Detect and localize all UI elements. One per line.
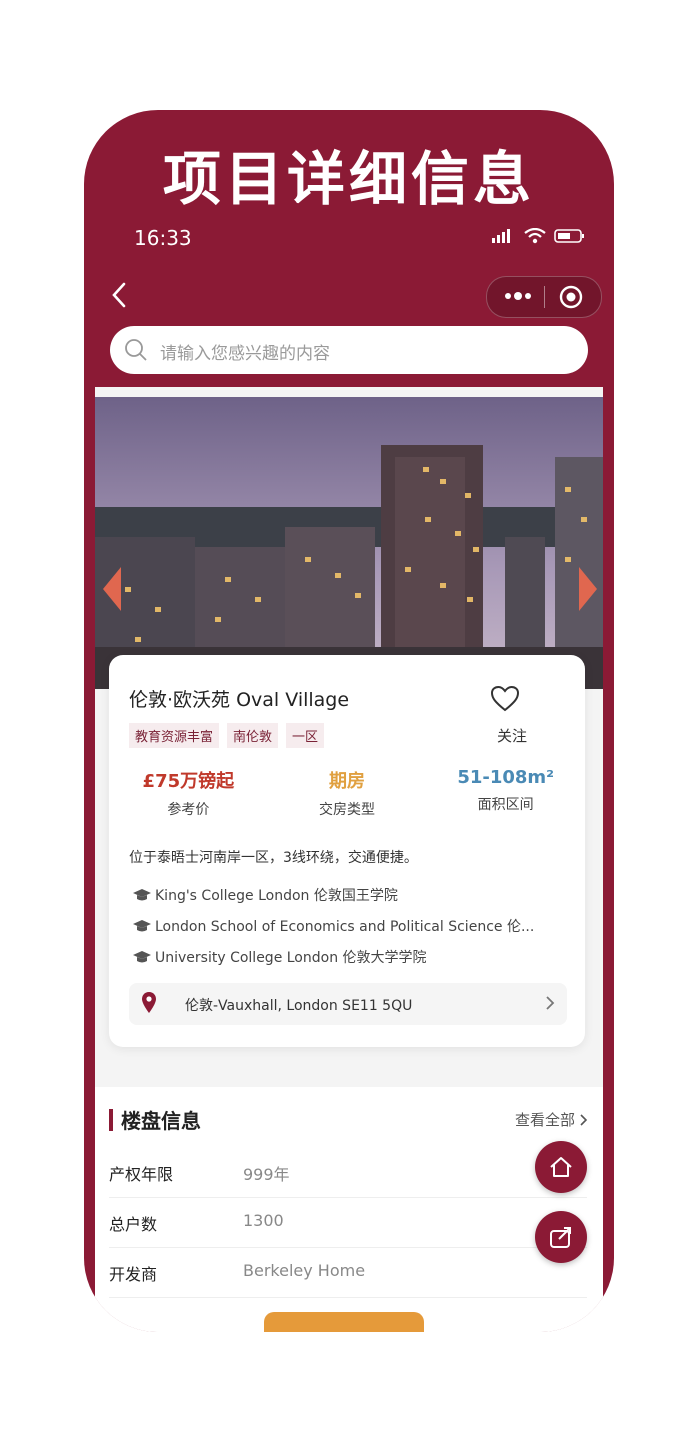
search-bar[interactable]: 请输入您感兴趣的内容: [110, 326, 588, 374]
home-icon: [550, 1157, 572, 1177]
section-accent-bar: [109, 1109, 113, 1131]
info-row: 产权年限 999年: [109, 1147, 587, 1198]
graduation-cap-icon: [133, 950, 151, 962]
school-item: University College London 伦敦大学学院: [129, 941, 569, 972]
stat-area: 51-108m² 面积区间: [426, 767, 585, 819]
graduation-cap-icon: [133, 888, 151, 900]
address-text: 伦敦-Vauxhall, London SE11 5QU: [185, 998, 413, 1014]
info-key: 开发商: [109, 1265, 158, 1284]
stat-price: £75万镑起 参考价: [109, 767, 268, 819]
status-time: 16:33: [134, 226, 192, 250]
school-item: King's College London 伦敦国王学院: [129, 879, 569, 910]
project-tags: 教育资源丰富 南伦敦 一区: [129, 723, 325, 748]
view-all-link[interactable]: 查看全部: [515, 1109, 589, 1130]
more-icon[interactable]: [501, 285, 535, 307]
bottom-action-button[interactable]: [264, 1312, 424, 1332]
favorite-label[interactable]: 关注: [497, 725, 527, 746]
school-name: London School of Economics and Political…: [155, 918, 535, 935]
info-value: 1300: [243, 1211, 284, 1230]
school-item: London School of Economics and Political…: [129, 910, 569, 941]
home-button[interactable]: [535, 1141, 587, 1193]
stat-value: 51-108m²: [457, 767, 555, 788]
capsule-divider: [544, 286, 545, 308]
battery-icon: [554, 229, 584, 243]
next-image-arrow[interactable]: [577, 567, 597, 611]
heart-icon[interactable]: [490, 685, 520, 713]
chevron-right-icon: [580, 1113, 588, 1126]
stat-label: 面积区间: [477, 797, 534, 813]
graduation-cap-icon: [133, 919, 151, 931]
tag: 教育资源丰富: [129, 723, 220, 748]
stat-value: 期房: [329, 771, 365, 792]
mini-program-capsule: [486, 276, 602, 318]
chevron-right-icon: [546, 996, 555, 1010]
signal-icon: [492, 229, 510, 243]
section-title: 楼盘信息: [121, 1109, 201, 1133]
project-card: 伦敦·欧沃苑 Oval Village 教育资源丰富 南伦敦 一区 关注 £75…: [109, 655, 585, 1047]
stat-delivery: 期房 交房类型: [268, 767, 427, 819]
banner-title: 项目详细信息: [162, 145, 535, 213]
info-value: Berkeley Home: [243, 1261, 366, 1280]
phone-frame: 项目详细信息 16:33 请输入您感兴趣的内容 伦敦·欧沃苑 Oval Vill…: [84, 110, 614, 1332]
school-name: King's College London 伦敦国王学院: [155, 887, 398, 904]
tag: 一区: [286, 723, 325, 748]
share-icon: [550, 1227, 571, 1248]
target-icon[interactable]: [559, 285, 583, 309]
tag: 南伦敦: [227, 723, 279, 748]
school-name: University College London 伦敦大学学院: [155, 949, 427, 966]
info-row: 总户数 1300: [109, 1197, 587, 1248]
stat-value: £75万镑起: [142, 771, 235, 792]
project-stats: £75万镑起 参考价 期房 交房类型 51-108m² 面积区间: [109, 767, 585, 819]
project-title: 伦敦·欧沃苑 Oval Village: [129, 689, 350, 711]
location-pin-icon: [142, 992, 156, 1013]
search-icon: [125, 339, 147, 361]
building-info-section: 楼盘信息 查看全部 产权年限 999年 总户数 1300 开发商 Berkele…: [95, 1087, 603, 1332]
status-icons: [492, 228, 586, 244]
school-list: King's College London 伦敦国王学院 London Scho…: [129, 879, 569, 972]
prev-image-arrow[interactable]: [103, 567, 123, 611]
favorite-button[interactable]: [485, 685, 525, 717]
project-photo-carousel[interactable]: [95, 397, 603, 689]
stat-label: 交房类型: [319, 802, 375, 818]
back-icon[interactable]: [110, 280, 130, 310]
info-key: 总户数: [109, 1215, 158, 1234]
info-key: 产权年限: [109, 1165, 174, 1184]
stat-label: 参考价: [167, 802, 210, 818]
share-button[interactable]: [535, 1211, 587, 1263]
info-value: 999年: [243, 1165, 290, 1184]
view-all-label[interactable]: 查看全部: [515, 1109, 575, 1130]
project-description: 位于泰晤士河南岸一区，3线环绕，交通便捷。: [129, 850, 418, 866]
search-input[interactable]: 请输入您感兴趣的内容: [160, 339, 330, 364]
address-row[interactable]: 伦敦-Vauxhall, London SE11 5QU: [129, 983, 567, 1025]
wifi-icon: [524, 228, 546, 244]
info-row: 开发商 Berkeley Home: [109, 1247, 587, 1298]
building-photo: [95, 397, 603, 689]
page-content: 伦敦·欧沃苑 Oval Village 教育资源丰富 南伦敦 一区 关注 £75…: [95, 387, 603, 1332]
